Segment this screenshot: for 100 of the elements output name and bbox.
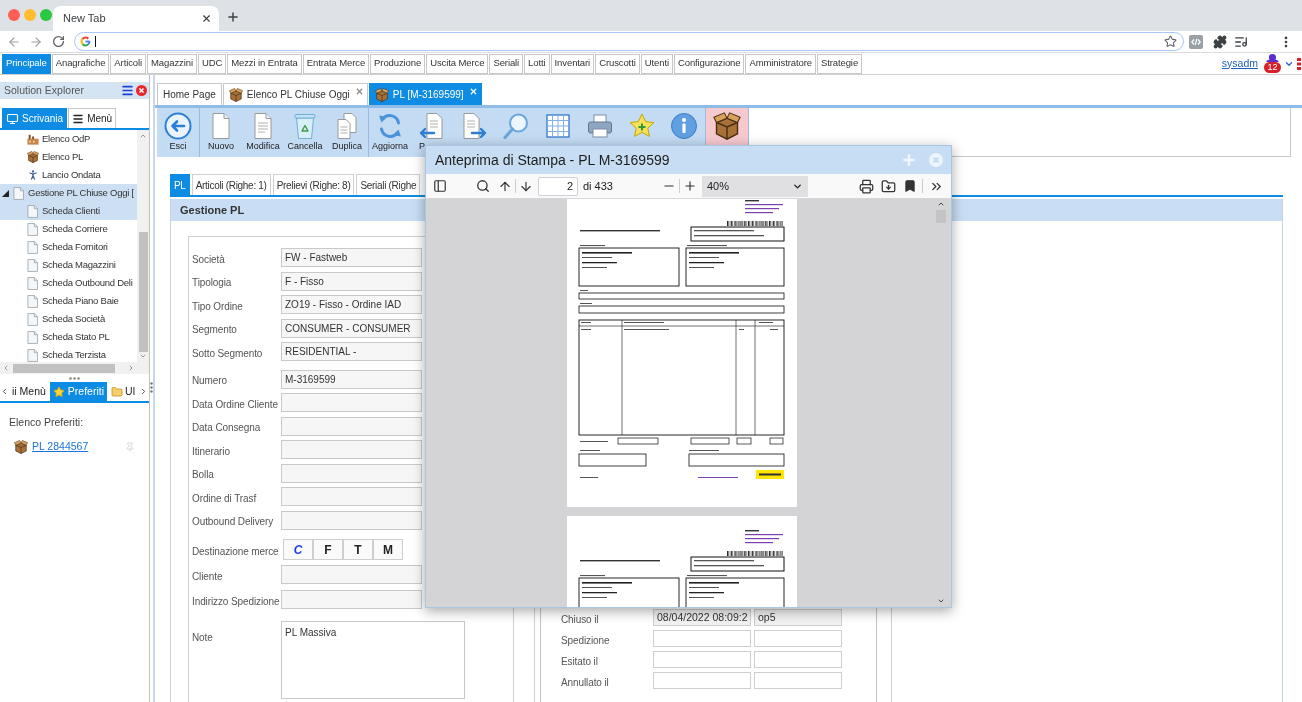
menu-tab[interactable]: Entrata Merce <box>302 53 370 74</box>
menu-tab[interactable]: Magazzini <box>147 53 197 74</box>
page-icon <box>13 186 24 200</box>
text-field[interactable] <box>754 630 842 647</box>
playlist-icon[interactable] <box>1234 34 1248 49</box>
code-icon[interactable] <box>1189 34 1203 49</box>
menu-tab[interactable]: UDC <box>197 53 227 74</box>
menu-tab[interactable]: Mezzi in Entrata <box>227 53 302 74</box>
bookmark-icon[interactable] <box>903 179 917 193</box>
tree-item[interactable]: Scheda Clienti <box>0 202 137 220</box>
text-area[interactable]: PL Massiva <box>281 621 465 699</box>
browser-tab[interactable]: New Tab <box>53 6 219 31</box>
scrollbar-thumb[interactable] <box>138 232 148 352</box>
tab[interactable]: PL [M-3169599] <box>368 83 482 105</box>
tab[interactable]: Menù <box>68 108 117 128</box>
text-field[interactable] <box>281 393 422 413</box>
text-field[interactable] <box>281 590 422 609</box>
tree-item[interactable]: Gestione PL Chiuse Oggi [ <box>0 184 137 202</box>
grip-icon[interactable] <box>150 382 153 393</box>
puzzle-icon[interactable] <box>1213 34 1227 49</box>
text-field[interactable] <box>281 510 422 530</box>
tab[interactable]: Seriali (Righe <box>356 174 421 195</box>
reload-icon[interactable] <box>52 35 65 48</box>
new-button[interactable]: Nuovo <box>200 108 242 157</box>
zoom-in-icon[interactable] <box>683 179 697 193</box>
text-field[interactable] <box>653 672 751 689</box>
sidebar-toggle-icon[interactable] <box>433 179 447 193</box>
text-field[interactable] <box>653 630 751 647</box>
menu-tab[interactable]: Principale <box>2 53 51 74</box>
grip-icon[interactable] <box>69 376 80 380</box>
text-field[interactable] <box>281 487 422 507</box>
scroll-left-icon[interactable] <box>2 364 10 372</box>
option-toggle[interactable]: M <box>373 539 403 560</box>
text-field[interactable]: 08/04/2022 08:09:2 <box>653 609 751 626</box>
favorite-link[interactable]: PL 2844567 <box>32 438 89 455</box>
folder-download-icon[interactable] <box>881 178 896 194</box>
option-toggle[interactable]: T <box>343 539 373 560</box>
text-field[interactable] <box>281 463 422 483</box>
text-field[interactable]: ZO19 - Fisso - Ordine IAD <box>281 295 422 315</box>
tab[interactable]: Prelievi (Righe: 8) <box>272 174 355 195</box>
text-field[interactable] <box>653 651 751 668</box>
refresh-button[interactable]: Aggiorna <box>369 108 411 157</box>
page-icon <box>27 240 38 254</box>
option-toggle[interactable]: F <box>313 539 343 560</box>
menu-tab[interactable]: Lotti <box>524 53 550 74</box>
duplicate-button[interactable]: Duplica <box>326 108 368 157</box>
menu-tab[interactable]: Uscita Merce <box>426 53 489 74</box>
forward-arrow-icon[interactable] <box>29 34 43 49</box>
menu-tab[interactable]: Produzione <box>370 53 426 74</box>
menu-tab[interactable]: Strategie <box>816 53 863 74</box>
tab[interactable]: PL <box>170 174 190 195</box>
page-number-field[interactable]: 2 <box>538 176 578 196</box>
tab[interactable]: Home Page <box>157 83 222 105</box>
back-arrow-icon[interactable] <box>7 34 21 49</box>
menu-tab[interactable]: Configurazione <box>673 53 745 74</box>
scrollbar-thumb[interactable] <box>13 363 115 373</box>
expanded-triangle-icon[interactable] <box>2 189 9 197</box>
menu-tab[interactable]: Inventari <box>550 53 595 74</box>
menu-tab[interactable]: Amministratore <box>745 53 816 74</box>
text-field[interactable] <box>281 440 422 460</box>
scroll-left-icon[interactable] <box>0 386 9 397</box>
zoom-select[interactable]: 40% <box>702 175 808 197</box>
tab[interactable]: Scrivania <box>2 108 68 128</box>
menu-tab[interactable]: Anagrafiche <box>51 53 110 74</box>
text-field[interactable] <box>754 672 842 689</box>
text-field[interactable]: op5 <box>754 609 842 626</box>
delete-button[interactable]: Cancella <box>284 108 326 157</box>
tab[interactable]: Preferiti <box>49 382 108 401</box>
menu-tab[interactable]: Seriali <box>489 53 524 74</box>
user-avatar-icon[interactable] <box>1265 54 1280 62</box>
scroll-right-icon[interactable] <box>127 364 135 372</box>
vertical-dots-icon[interactable] <box>1297 57 1301 70</box>
exit-button[interactable]: Esci <box>157 108 199 157</box>
menu-tab[interactable]: Cruscotti <box>595 53 640 74</box>
text-field[interactable]: CONSUMER - CONSUMER <box>281 318 422 338</box>
bookmark-star-icon[interactable] <box>1164 35 1177 48</box>
text-field[interactable] <box>281 416 422 436</box>
text-field[interactable]: M-3169599 <box>281 369 422 389</box>
close-window-icon[interactable] <box>8 9 20 21</box>
tab[interactable]: Elenco PL Chiuse Oggi <box>222 83 368 105</box>
tab[interactable]: Articoli (Righe: 1) <box>191 174 271 195</box>
close-icon[interactable] <box>201 13 212 24</box>
text-field[interactable]: FW - Fastweb <box>281 248 422 268</box>
scroll-up-icon[interactable] <box>936 200 946 208</box>
scroll-down-icon[interactable] <box>936 597 946 605</box>
new-tab-icon[interactable] <box>226 10 240 24</box>
text-field[interactable] <box>754 651 842 668</box>
text-field[interactable]: F - Fisso <box>281 271 422 291</box>
close-icon[interactable] <box>136 85 147 96</box>
search-icon[interactable] <box>476 179 490 193</box>
printer-icon[interactable] <box>859 178 874 194</box>
menu-tab[interactable]: Articoli <box>110 53 147 74</box>
menu-tab[interactable]: Utenti <box>640 53 673 74</box>
user-link[interactable]: sysadm <box>1221 55 1258 72</box>
menu-icon[interactable] <box>121 84 134 97</box>
text-field[interactable]: RESIDENTIAL - <box>281 342 422 362</box>
text-field[interactable] <box>281 565 422 584</box>
edit-button[interactable]: Modifica <box>242 108 284 157</box>
option-toggle[interactable]: C <box>283 539 313 560</box>
maximize-window-icon[interactable] <box>40 9 52 21</box>
